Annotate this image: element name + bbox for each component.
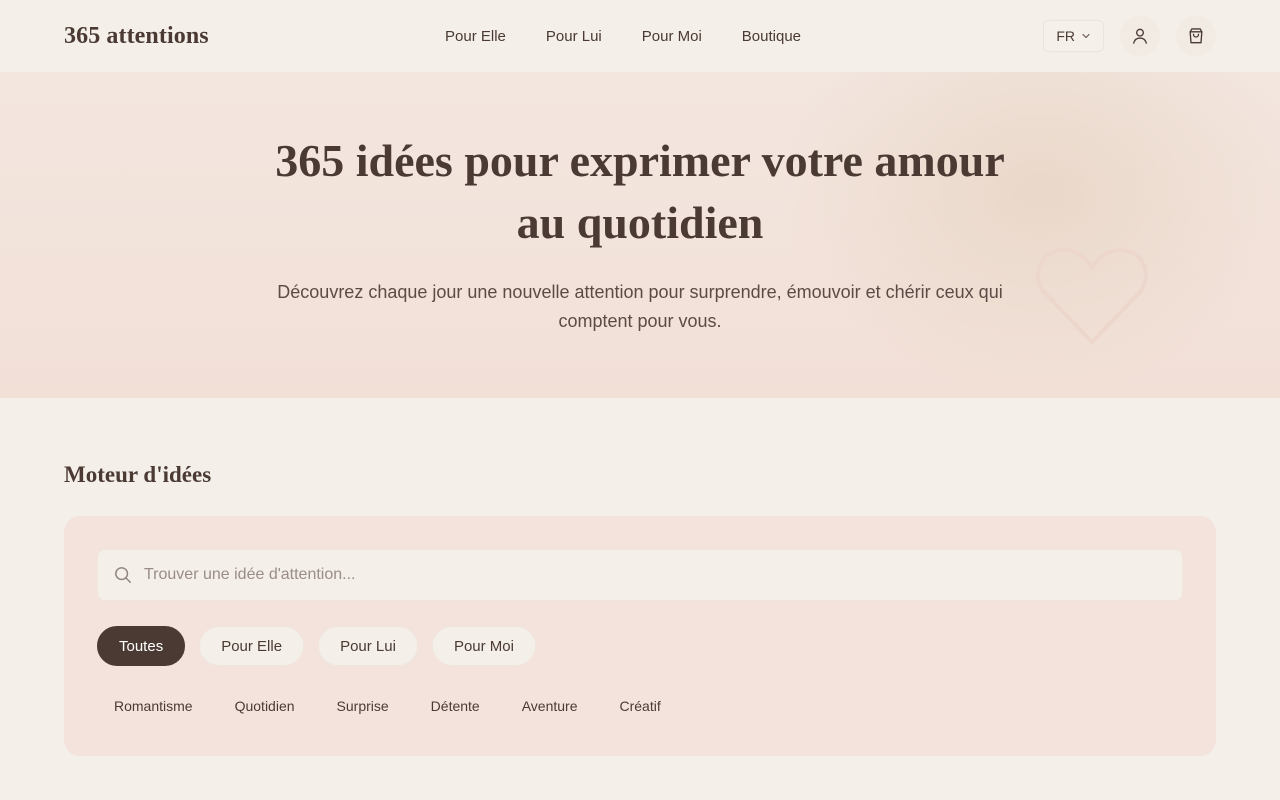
category-quotidien[interactable]: Quotidien	[235, 698, 295, 714]
audience-filters: Toutes Pour Elle Pour Lui Pour Moi	[97, 626, 1183, 666]
filter-pill-pour-lui[interactable]: Pour Lui	[318, 626, 418, 666]
cart-button[interactable]	[1176, 16, 1216, 56]
account-button[interactable]	[1120, 16, 1160, 56]
hero-subtitle: Découvrez chaque jour une nouvelle atten…	[270, 278, 1010, 336]
filter-pill-pour-moi[interactable]: Pour Moi	[431, 626, 536, 666]
hero-title-line-1: 365 idées pour exprimer votre amour	[275, 135, 1005, 186]
category-creatif[interactable]: Créatif	[620, 698, 661, 714]
hero-subtitle-line-2: comptent pour vous.	[558, 311, 722, 331]
filter-pill-toutes[interactable]: Toutes	[97, 626, 186, 666]
search-input[interactable]	[144, 566, 1166, 584]
user-icon	[1133, 28, 1147, 44]
ideas-section-title: Moteur d'idées	[64, 462, 212, 487]
chevron-down-icon	[1082, 33, 1090, 39]
site-logo[interactable]: 365 attentions	[64, 23, 209, 50]
main-nav: Pour Elle Pour Lui Pour Moi Boutique	[445, 0, 801, 72]
heart-icon	[1036, 247, 1148, 344]
header-actions: FR	[1043, 16, 1216, 56]
shopping-bag-icon	[1189, 28, 1203, 44]
idea-engine-panel: Toutes Pour Elle Pour Lui Pour Moi Roman…	[64, 516, 1216, 756]
search-bar	[97, 549, 1183, 601]
language-selector[interactable]: FR	[1043, 20, 1104, 52]
nav-link-pour-elle[interactable]: Pour Elle	[445, 28, 506, 45]
category-filters: Romantisme Quotidien Surprise Détente Av…	[97, 698, 1183, 714]
search-icon	[115, 567, 131, 583]
site-header: 365 attentions Pour Elle Pour Lui Pour M…	[0, 0, 1280, 72]
ideas-section: Moteur d'idées Toutes Pour Elle Pour Lui…	[0, 398, 1280, 756]
hero-title-line-2: au quotidien	[516, 197, 764, 248]
language-label: FR	[1056, 28, 1075, 44]
hero-subtitle-line-1: Découvrez chaque jour une nouvelle atten…	[277, 282, 1003, 302]
nav-link-boutique[interactable]: Boutique	[742, 28, 801, 45]
category-surprise[interactable]: Surprise	[337, 698, 389, 714]
category-aventure[interactable]: Aventure	[522, 698, 578, 714]
category-detente[interactable]: Détente	[431, 698, 480, 714]
filter-pill-pour-elle[interactable]: Pour Elle	[199, 626, 305, 666]
hero-section: 365 idées pour exprimer votre amour au q…	[0, 72, 1280, 398]
category-romantisme[interactable]: Romantisme	[114, 698, 193, 714]
nav-link-pour-moi[interactable]: Pour Moi	[642, 28, 702, 45]
hero-title: 365 idées pour exprimer votre amour au q…	[230, 130, 1050, 254]
nav-link-pour-lui[interactable]: Pour Lui	[546, 28, 602, 45]
